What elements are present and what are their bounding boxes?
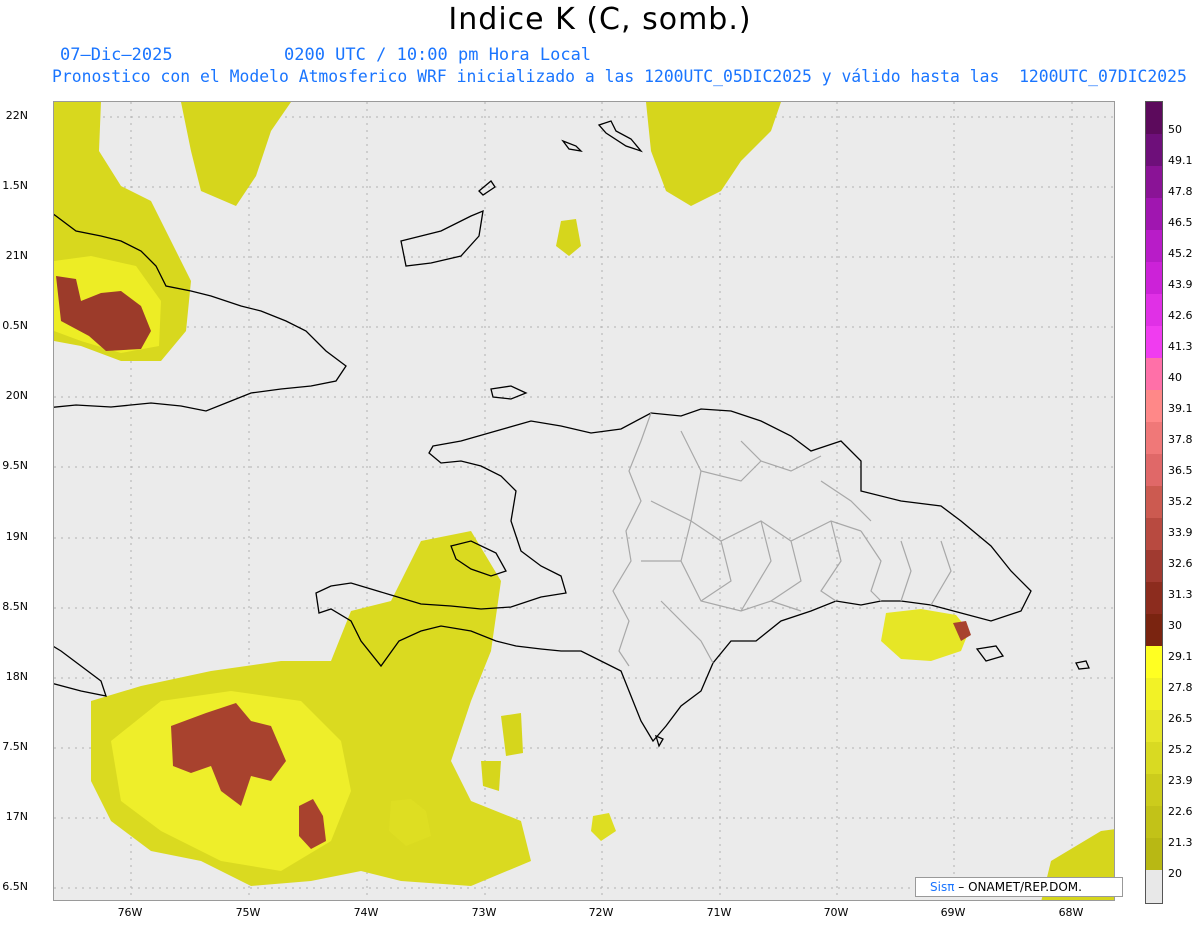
colorbar-label: 23.9 bbox=[1168, 774, 1193, 787]
k-index-shading bbox=[54, 102, 1114, 900]
credit-org: – ONAMET/REP.DOM. bbox=[958, 880, 1082, 894]
map-svg bbox=[54, 102, 1114, 900]
colorbar-segment bbox=[1146, 454, 1162, 486]
shade-spot-3 bbox=[501, 713, 523, 756]
colorbar-segment bbox=[1146, 326, 1162, 358]
colorbar-segment bbox=[1146, 198, 1162, 230]
colorbar-segment bbox=[1146, 774, 1162, 806]
jamaica-edge bbox=[54, 646, 107, 697]
colorbar-segment bbox=[1146, 742, 1162, 774]
lat-label: 17N bbox=[5, 810, 28, 823]
lat-label: 0.5N bbox=[2, 319, 28, 332]
colorbar-segment bbox=[1146, 710, 1162, 742]
colorbar-label: 36.5 bbox=[1168, 464, 1193, 477]
lat-label: 7.5N bbox=[2, 740, 28, 753]
lon-label: 70W bbox=[823, 906, 849, 919]
colorbar-label: 21.3 bbox=[1168, 836, 1193, 849]
colorbar-segment bbox=[1146, 806, 1162, 838]
shade-top-right bbox=[646, 102, 781, 206]
colorbar-label: 46.5 bbox=[1168, 216, 1193, 229]
shade-spot-4 bbox=[481, 761, 501, 791]
island-small-2 bbox=[561, 139, 583, 152]
colorbar-segment bbox=[1146, 262, 1162, 294]
shade-small-island bbox=[556, 219, 581, 256]
colorbar-segment bbox=[1146, 102, 1162, 134]
colorbar-segment bbox=[1146, 422, 1162, 454]
model-description: Pronostico con el Modelo Atmosferico WRF… bbox=[52, 67, 1187, 86]
tortuga-island bbox=[490, 385, 528, 400]
lat-label: 8.5N bbox=[2, 600, 28, 613]
island-small-1 bbox=[478, 180, 496, 196]
colorbar-label: 45.2 bbox=[1168, 247, 1193, 260]
colorbar-segment bbox=[1146, 646, 1162, 678]
lon-label: 72W bbox=[588, 906, 614, 919]
colorbar-label: 39.1 bbox=[1168, 402, 1193, 415]
lat-label: 21N bbox=[5, 249, 28, 262]
colorbar-label: 40 bbox=[1168, 371, 1182, 384]
colorbar-label: 47.8 bbox=[1168, 185, 1193, 198]
colorbar-segment bbox=[1146, 550, 1162, 582]
colorbar bbox=[1145, 101, 1163, 904]
shade-south-coast bbox=[881, 609, 969, 661]
colorbar-segment bbox=[1146, 582, 1162, 614]
lon-label: 75W bbox=[235, 906, 261, 919]
shade-top-center bbox=[181, 102, 291, 206]
inagua-island bbox=[400, 209, 484, 267]
colorbar-segment bbox=[1146, 166, 1162, 198]
lat-label: 22N bbox=[5, 109, 28, 122]
colorbar-label: 32.6 bbox=[1168, 557, 1193, 570]
colorbar-label: 31.3 bbox=[1168, 588, 1193, 601]
colorbar-segment bbox=[1146, 358, 1162, 390]
colorbar-label: 33.9 bbox=[1168, 526, 1193, 539]
colorbar-segment bbox=[1146, 134, 1162, 166]
lon-label: 69W bbox=[940, 906, 966, 919]
colorbar-segment bbox=[1146, 294, 1162, 326]
colorbar-label: 35.2 bbox=[1168, 495, 1193, 508]
lon-label: 68W bbox=[1058, 906, 1084, 919]
colorbar-label: 20 bbox=[1168, 867, 1182, 880]
forecast-date: 07–Dic–2025 bbox=[60, 45, 173, 65]
colorbar-label: 22.6 bbox=[1168, 805, 1193, 818]
lat-label: 9.5N bbox=[2, 459, 28, 472]
colorbar-segment bbox=[1146, 486, 1162, 518]
colorbar-segment bbox=[1146, 870, 1162, 903]
lat-label: 19N bbox=[5, 530, 28, 543]
colorbar-label: 27.8 bbox=[1168, 681, 1193, 694]
colorbar-label: 50 bbox=[1168, 123, 1182, 136]
lat-label: 6.5N bbox=[2, 880, 28, 893]
colorbar-segment bbox=[1146, 678, 1162, 710]
lat-label: 1.5N bbox=[2, 179, 28, 192]
turks-island bbox=[597, 120, 643, 153]
colorbar-segment bbox=[1146, 518, 1162, 550]
saona-island bbox=[975, 645, 1005, 662]
colorbar-segment bbox=[1146, 838, 1162, 870]
map-canvas bbox=[53, 101, 1115, 901]
colorbar-label: 25.2 bbox=[1168, 743, 1193, 756]
colorbar-segment bbox=[1146, 614, 1162, 646]
colorbar-label: 29.1 bbox=[1168, 650, 1193, 663]
forecast-time: 0200 UTC / 10:00 pm Hora Local bbox=[284, 45, 592, 65]
shade-spot-2 bbox=[591, 813, 616, 841]
colorbar-label: 41.3 bbox=[1168, 340, 1193, 353]
colorbar-label: 43.9 bbox=[1168, 278, 1193, 291]
lon-label: 71W bbox=[706, 906, 732, 919]
colorbar-label: 42.6 bbox=[1168, 309, 1193, 322]
mona-island bbox=[1075, 660, 1090, 670]
sispi-logo-text: Sisπ bbox=[930, 880, 955, 894]
colorbar-label: 26.5 bbox=[1168, 712, 1193, 725]
colorbar-segment bbox=[1146, 390, 1162, 422]
credit-box: Sisπ – ONAMET/REP.DOM. bbox=[915, 877, 1123, 897]
colorbar-label: 49.1 bbox=[1168, 154, 1193, 167]
map-title: Indice K (C, somb.) bbox=[448, 2, 752, 37]
lat-label: 20N bbox=[5, 389, 28, 402]
haiti-dr-border bbox=[612, 412, 652, 667]
colorbar-label: 37.8 bbox=[1168, 433, 1193, 446]
lon-label: 73W bbox=[471, 906, 497, 919]
lat-label: 18N bbox=[5, 670, 28, 683]
beata-island bbox=[654, 734, 664, 748]
colorbar-label: 30 bbox=[1168, 619, 1182, 632]
colorbar-segment bbox=[1146, 230, 1162, 262]
lon-label: 76W bbox=[117, 906, 143, 919]
lon-label: 74W bbox=[353, 906, 379, 919]
